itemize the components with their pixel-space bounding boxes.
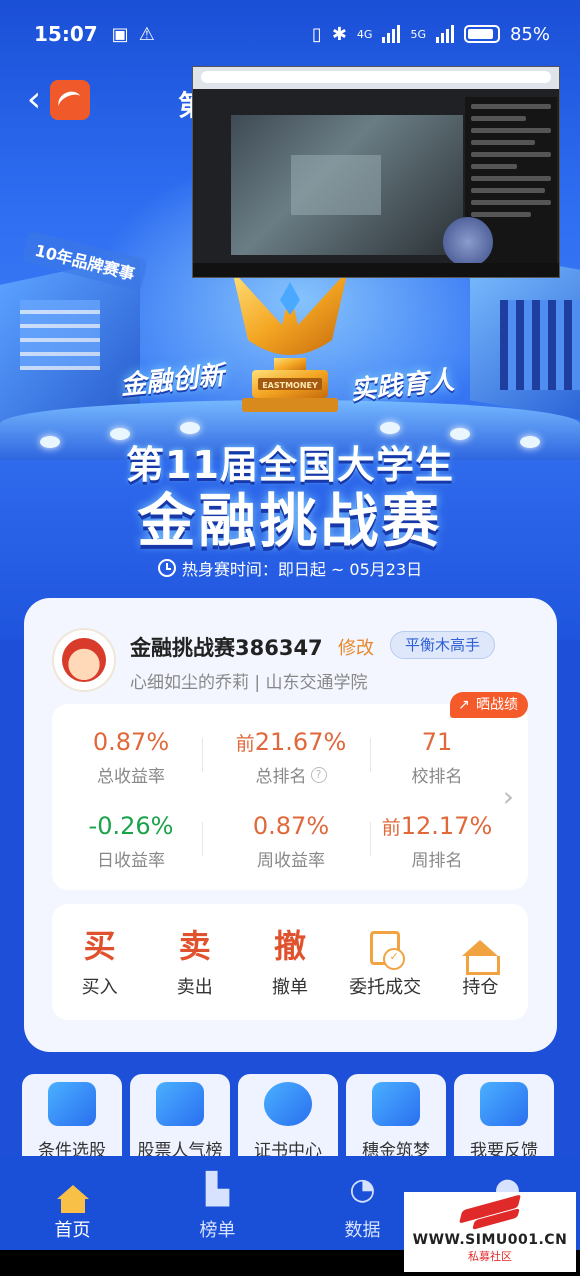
- signal-4g-label: 4G: [356, 27, 373, 41]
- divider: [202, 738, 203, 772]
- status-bar: 15:07 ▣ ⚠ ▯ ✱ 4G 5G 85%: [0, 0, 580, 68]
- tile-stock-screener[interactable]: 条件选股: [22, 1074, 122, 1160]
- orders-fills-button[interactable]: 委托成交: [340, 925, 430, 999]
- pip-taskbar: [193, 263, 559, 277]
- buy-button[interactable]: 买 买入: [55, 925, 145, 999]
- question-icon[interactable]: ?: [310, 766, 327, 783]
- battery-percent: 85%: [509, 23, 550, 45]
- hero-building-right-small: [500, 300, 580, 390]
- house-chart-icon: [462, 940, 501, 975]
- trade-actions: 买 买入 卖 卖出 撤 撤单 委托成交 持仓: [52, 904, 528, 1020]
- signal-5g-icon: [435, 25, 454, 43]
- tile-stock-popularity[interactable]: 股票人气榜: [130, 1074, 230, 1160]
- order-document-icon: [370, 931, 406, 970]
- chat-bubble-icon: [480, 1082, 528, 1126]
- pip-streamer-avatar: [443, 217, 493, 267]
- stage-spotlight: [380, 422, 400, 434]
- watermark-logo: [458, 1196, 522, 1232]
- level-badge[interactable]: 平衡木高手: [390, 631, 496, 659]
- tile-feedback[interactable]: 我要反馈: [454, 1074, 554, 1160]
- tv-icon: ▣: [111, 23, 129, 45]
- watermark-url: WWW.SIMU001.CN: [412, 1232, 568, 1248]
- clock-icon: [157, 559, 176, 577]
- stat-total-return: 0.87% 总收益率: [92, 728, 170, 787]
- nav-leaderboard[interactable]: ▙ 榜单: [145, 1156, 290, 1250]
- pip-browser-chrome: [193, 67, 559, 89]
- warmup-time: 热身赛时间：即日起 ~ 05月23日: [0, 556, 580, 580]
- signal-4g-icon: [382, 25, 401, 43]
- positions-button[interactable]: 持仓: [435, 925, 525, 999]
- bar-chart-icon: [156, 1082, 204, 1126]
- trophy-label: EASTMONEY: [262, 381, 318, 390]
- stage-spotlight: [180, 422, 200, 434]
- stat-daily-return: -0.26% 日收益率: [88, 812, 174, 871]
- stat-weekly-rank: 前12.17% 周排名: [381, 812, 493, 871]
- bluetooth-icon: ✱: [331, 23, 347, 45]
- edit-name-link[interactable]: 修改: [338, 634, 374, 660]
- sell-button[interactable]: 卖 卖出: [150, 925, 240, 999]
- warning-icon: ⚠: [138, 23, 155, 45]
- medal-icon: [264, 1082, 312, 1126]
- watermark: WWW.SIMU001.CN 私募社区: [404, 1192, 576, 1272]
- monitor-chart-icon: [48, 1082, 96, 1126]
- cancel-order-icon: 撤: [273, 927, 306, 965]
- divider: [202, 822, 203, 856]
- share-results-button[interactable]: 晒战绩: [450, 692, 528, 718]
- tile-suijin-dream[interactable]: 穗金筑梦: [346, 1074, 446, 1160]
- avatar[interactable]: [52, 628, 116, 692]
- nickname-school: 心细如尘的乔莉 | 山东交通学院: [130, 673, 368, 693]
- nav-home[interactable]: 首页: [0, 1156, 145, 1250]
- back-button[interactable]: ‹: [14, 82, 54, 122]
- account-card: 金融挑战赛386347 修改 平衡木高手 心细如尘的乔莉 | 山东交通学院 晒战…: [24, 598, 557, 1052]
- vibrate-icon: ▯: [311, 23, 322, 45]
- signal-5g-label: 5G: [410, 27, 426, 41]
- username: 金融挑战赛386347: [130, 636, 323, 660]
- pip-video-content: [231, 115, 463, 255]
- trophy-icon: EASTMONEY: [232, 270, 348, 412]
- podium-icon: ▙: [205, 1172, 230, 1207]
- hero-building-stripes: [20, 300, 100, 370]
- stats-panel[interactable]: 晒战绩 0.87% 总收益率 前21.67% 总排名? 71 校排名 -0.26…: [52, 692, 528, 890]
- stat-total-rank: 前21.67% 总排名?: [235, 728, 347, 787]
- home-icon: [56, 1185, 89, 1213]
- contest-title-line2: 金融挑战赛: [137, 487, 443, 555]
- app-logo: [50, 80, 90, 120]
- feature-tiles: 条件选股 股票人气榜 证书中心 穗金筑梦 我要反馈: [22, 1074, 558, 1160]
- stat-weekly-return: 0.87% 周收益率: [252, 812, 330, 871]
- buy-icon: 买: [83, 927, 116, 965]
- tile-certificate-center[interactable]: 证书中心: [238, 1074, 338, 1160]
- watermark-sub: 私募社区: [468, 1250, 512, 1263]
- stat-school-rank: 71 校排名: [411, 728, 463, 787]
- cancel-order-button[interactable]: 撤 撤单: [245, 925, 335, 999]
- chevron-right-icon[interactable]: ›: [503, 780, 514, 813]
- paper-plane-icon: [372, 1082, 420, 1126]
- pip-video-overlay[interactable]: [192, 66, 560, 278]
- warmup-label: 热身赛时间：即日起 ~ 05月23日: [181, 560, 423, 579]
- battery-icon: [463, 25, 500, 43]
- sell-icon: 卖: [178, 927, 211, 965]
- status-time: 15:07: [34, 22, 98, 46]
